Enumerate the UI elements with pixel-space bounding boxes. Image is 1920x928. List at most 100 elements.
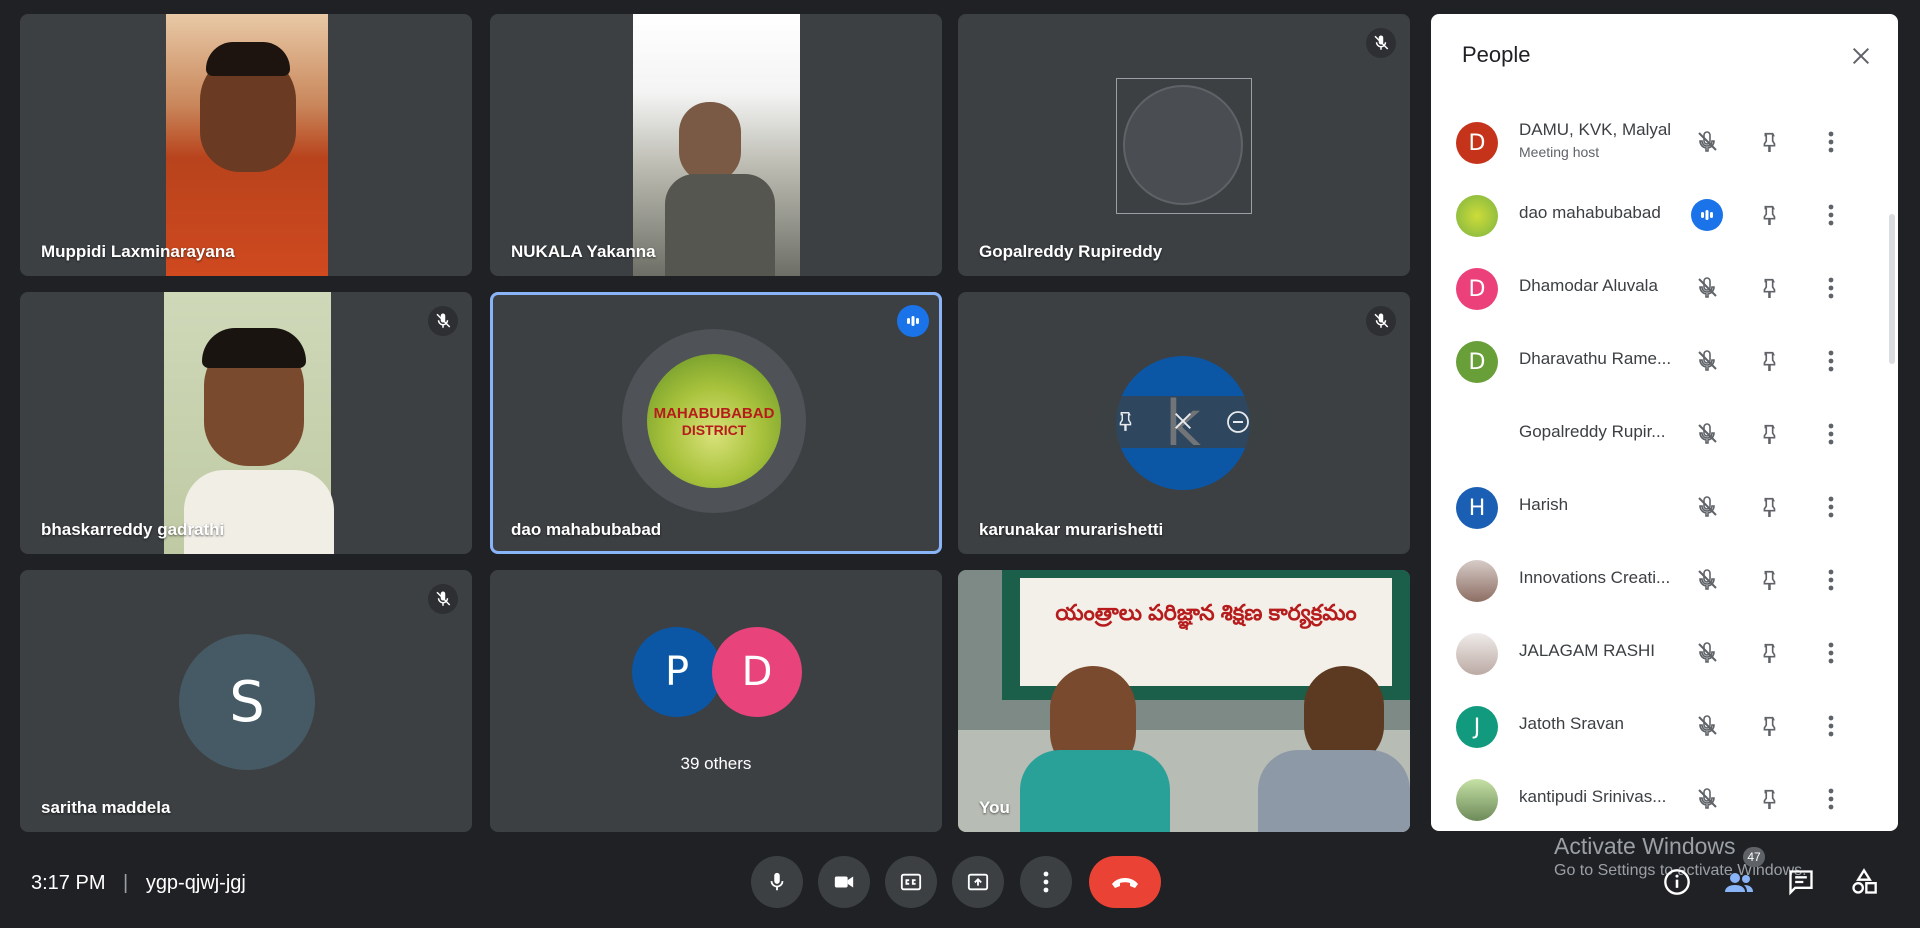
meeting-info-button[interactable]	[1659, 864, 1695, 900]
present-icon	[967, 873, 989, 891]
more-options-icon[interactable]	[1815, 710, 1847, 742]
participant-video	[633, 14, 800, 276]
list-item[interactable]: D Dhamodar Aluvala	[1431, 250, 1898, 322]
avatar: S	[179, 634, 315, 770]
participant-name: kantipudi Srinivas...	[1519, 787, 1667, 806]
mic-off-icon	[1366, 28, 1396, 58]
present-button[interactable]	[952, 856, 1004, 908]
more-options-icon[interactable]	[1815, 418, 1847, 450]
list-item[interactable]: dao mahabubabad	[1431, 177, 1898, 249]
more-options-icon[interactable]	[1815, 345, 1847, 377]
pin-icon[interactable]	[1753, 491, 1785, 523]
mic-off-icon[interactable]	[1691, 272, 1723, 304]
participant-tile[interactable]: MAHABUBABAD DISTRICT dao mahabubabad	[490, 292, 942, 554]
pin-icon[interactable]	[1753, 345, 1785, 377]
avatar	[1456, 633, 1498, 675]
remove-icon[interactable]	[1226, 410, 1250, 439]
pin-icon[interactable]	[1753, 418, 1785, 450]
more-options-icon[interactable]	[1815, 491, 1847, 523]
list-item[interactable]: H Harish	[1431, 469, 1898, 541]
participant-role: Meeting host	[1519, 144, 1600, 160]
participant-tile[interactable]: S saritha maddela	[20, 570, 472, 832]
leave-call-button[interactable]	[1089, 856, 1161, 908]
speaking-indicator-icon	[1691, 199, 1723, 231]
mic-off-icon[interactable]	[1691, 126, 1723, 158]
others-tile[interactable]: P D 39 others	[490, 570, 942, 832]
district-logo-avatar: MAHABUBABAD DISTRICT	[647, 354, 781, 488]
more-options-icon[interactable]	[1815, 272, 1847, 304]
captions-icon	[900, 873, 922, 891]
participant-tile[interactable]: NUKALA Yakanna	[490, 14, 942, 276]
participant-name: NUKALA Yakanna	[511, 242, 656, 261]
mic-off-icon[interactable]	[1691, 783, 1723, 815]
separator: |	[123, 872, 129, 894]
pin-icon[interactable]	[1753, 564, 1785, 596]
hangup-icon	[1112, 878, 1138, 888]
more-options-icon[interactable]	[1815, 564, 1847, 596]
more-options-button[interactable]	[1020, 856, 1072, 908]
people-icon	[1725, 873, 1753, 892]
meeting-details: 3:17 PM | ygp-qjwj-jgj	[31, 872, 246, 895]
logo-text: MAHABUBABAD	[653, 404, 775, 422]
list-item[interactable]: Gopalreddy Rupir...	[1431, 396, 1898, 468]
captions-button[interactable]	[885, 856, 937, 908]
participant-name: Jatoth Sravan	[1519, 714, 1624, 733]
camera-button[interactable]	[818, 856, 870, 908]
pin-icon[interactable]	[1753, 199, 1785, 231]
mic-button[interactable]	[751, 856, 803, 908]
avatar	[1456, 414, 1498, 456]
mic-off-icon[interactable]	[1691, 491, 1723, 523]
pin-icon[interactable]	[1753, 272, 1785, 304]
avatar	[1456, 560, 1498, 602]
mic-icon	[770, 872, 784, 891]
banner-text: యంత్రాలు పరిజ్ఞాన శిక్షణ కార్యక్రమం	[1055, 600, 1357, 625]
avatar: J	[1456, 706, 1498, 748]
chat-button[interactable]	[1783, 864, 1819, 900]
more-options-icon[interactable]	[1815, 637, 1847, 669]
mic-off-icon	[428, 306, 458, 336]
pin-icon[interactable]	[1114, 410, 1136, 437]
participant-name: Muppidi Laxminarayana	[41, 242, 235, 261]
close-icon[interactable]	[1844, 39, 1878, 73]
list-item[interactable]: JALAGAM RASHI	[1431, 615, 1898, 687]
avatar: D	[1456, 268, 1498, 310]
current-time: 3:17 PM	[31, 872, 106, 894]
pin-icon[interactable]	[1753, 126, 1785, 158]
avatar: P	[632, 627, 722, 717]
broken-avatar-image	[1116, 78, 1252, 214]
list-item[interactable]: D Dharavathu Rame...	[1431, 323, 1898, 395]
others-count: 39 others	[680, 754, 752, 773]
participant-tile[interactable]: Muppidi Laxminarayana	[20, 14, 472, 276]
participant-name: saritha maddela	[41, 798, 171, 817]
list-item[interactable]: Innovations Creati...	[1431, 542, 1898, 614]
mic-off-icon[interactable]	[1691, 637, 1723, 669]
participant-tile[interactable]: k karunakar murarishetti	[958, 292, 1410, 554]
mic-off-icon[interactable]	[1691, 564, 1723, 596]
pin-icon[interactable]	[1753, 710, 1785, 742]
self-tile[interactable]: యంత్రాలు పరిజ్ఞాన శిక్షణ కార్యక్రమం You	[958, 570, 1410, 832]
avatar: D	[712, 627, 802, 717]
pin-icon[interactable]	[1753, 783, 1785, 815]
participant-tile[interactable]: Gopalreddy Rupireddy	[958, 14, 1410, 276]
activities-button[interactable]	[1846, 864, 1882, 900]
people-button[interactable]	[1721, 864, 1757, 900]
more-icon	[1043, 871, 1049, 893]
pin-icon[interactable]	[1753, 637, 1785, 669]
district-logo-avatar	[1456, 195, 1498, 237]
more-options-icon[interactable]	[1815, 783, 1847, 815]
mic-off-icon[interactable]	[1691, 710, 1723, 742]
participant-name: JALAGAM RASHI	[1519, 641, 1656, 660]
mic-off-icon[interactable]	[1691, 418, 1723, 450]
mute-participant-icon[interactable]	[1172, 410, 1194, 437]
chat-icon	[1789, 870, 1813, 896]
avatar	[1456, 779, 1498, 821]
participant-video	[164, 292, 334, 554]
list-item[interactable]: J Jatoth Sravan	[1431, 688, 1898, 760]
participant-tile[interactable]: bhaskarreddy gadrathi	[20, 292, 472, 554]
mic-off-icon	[428, 584, 458, 614]
list-item[interactable]: D DAMU, KVK, Malyal Meeting host	[1431, 104, 1898, 176]
more-options-icon[interactable]	[1815, 126, 1847, 158]
more-options-icon[interactable]	[1815, 199, 1847, 231]
mic-off-icon[interactable]	[1691, 345, 1723, 377]
list-item[interactable]: kantipudi Srinivas...	[1431, 761, 1898, 831]
